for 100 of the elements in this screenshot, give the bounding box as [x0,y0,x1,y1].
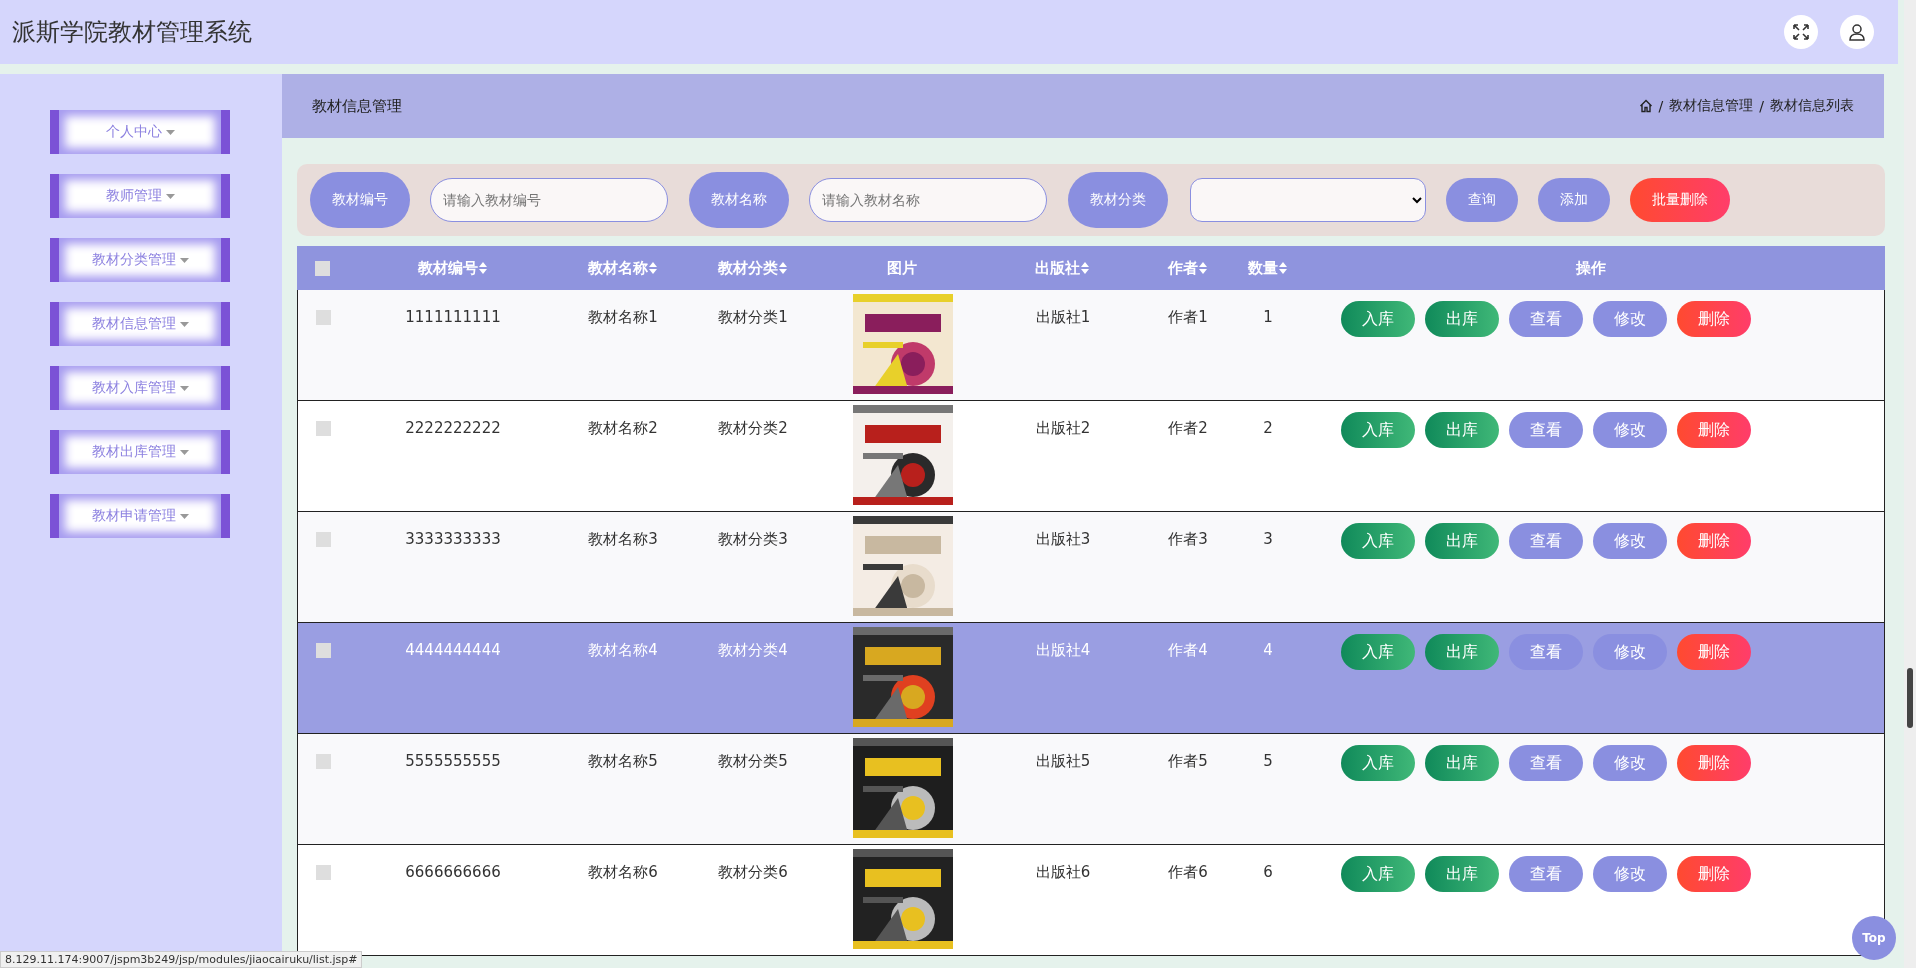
sidebar-item[interactable]: 个人中心 [50,110,230,154]
back-to-top-button[interactable]: Top [1852,916,1896,960]
field-label: 教材编号 [310,172,410,228]
row-action-button[interactable]: 删除 [1677,856,1751,892]
row-action-button[interactable]: 修改 [1593,301,1667,337]
row-action-button[interactable]: 入库 [1341,523,1415,559]
breadcrumb-link[interactable]: 教材信息管理 [1669,97,1754,115]
sort-icon[interactable] [778,262,787,274]
row-action-button[interactable]: 查看 [1509,634,1583,670]
row-action-button[interactable]: 删除 [1677,745,1751,781]
table-cell: 作者3 [1168,530,1208,549]
sidebar-item[interactable]: 教师管理 [50,174,230,218]
sidebar-item[interactable]: 教材信息管理 [50,302,230,346]
table-cell: 作者1 [1168,308,1208,327]
table-cell: 出版社4 [1035,641,1091,660]
table-cell: 出版社5 [1035,752,1091,771]
row-action-button[interactable]: 查看 [1509,301,1583,337]
row-checkbox[interactable] [315,754,331,769]
table-row[interactable]: 5555555555 教材名称5 教材分类5 出版社5 作者5 5 入库 出库 查看 修改 删除 [297,734,1885,845]
column-header[interactable]: 教材名称 [587,258,648,278]
home-icon[interactable] [1638,99,1653,113]
breadcrumb-link[interactable]: 教材信息列表 [1770,97,1854,115]
sidebar-item[interactable]: 教材分类管理 [50,238,230,282]
sidebar-item[interactable]: 教材出库管理 [50,430,230,474]
row-action-button[interactable]: 删除 [1677,634,1751,670]
table-cell: 出版社3 [1035,530,1091,549]
table-cell: 1 [1263,308,1273,326]
search-field[interactable]: 请输入教材名称 [809,178,1047,222]
row-action-button[interactable]: 入库 [1341,412,1415,448]
row-action-button[interactable]: 查看 [1509,523,1583,559]
row-action-button[interactable]: 出库 [1425,745,1499,781]
table-cell: 出版社2 [1035,419,1091,438]
user-icon[interactable] [1840,15,1874,49]
category-select[interactable] [1190,178,1426,222]
search-button[interactable]: 批量删除 [1630,178,1730,222]
field-label: 教材分类 [1068,172,1168,228]
column-header[interactable]: 作者 [1167,258,1198,278]
column-header[interactable]: 教材分类 [717,258,778,278]
table-cell: 3333333333 [405,530,501,548]
table-row[interactable]: 2222222222 教材名称2 教材分类2 出版社2 作者2 2 入库 出库 查看 修改 删除 [297,401,1885,512]
row-action-button[interactable]: 出库 [1425,634,1499,670]
row-checkbox[interactable] [315,421,331,436]
select-all-checkbox[interactable] [314,260,330,276]
table-cell: 4444444444 [405,641,501,659]
table-cell: 5555555555 [405,752,501,770]
row-action-button[interactable]: 删除 [1677,523,1751,559]
page-title: 教材信息管理 [312,96,402,116]
sort-icon[interactable] [1081,262,1089,274]
table-cell: 作者4 [1168,641,1208,660]
search-button[interactable]: 添加 [1538,178,1610,222]
row-action-button[interactable]: 查看 [1509,412,1583,448]
table-cell: 4 [1263,641,1273,659]
row-action-button[interactable]: 入库 [1341,856,1415,892]
row-action-button[interactable]: 修改 [1593,634,1667,670]
table-row[interactable]: 3333333333 教材名称3 教材分类3 出版社3 作者3 3 入库 出库 查看 修改 删除 [297,512,1885,623]
table-cell: 作者2 [1168,419,1208,438]
table-cell: 教材分类3 [718,530,788,549]
breadcrumb-separator: / [1759,98,1764,114]
sidebar-item[interactable]: 教材入库管理 [50,366,230,410]
row-action-button[interactable]: 查看 [1509,856,1583,892]
table-cell: 出版社1 [1035,308,1091,327]
row-checkbox[interactable] [315,310,331,325]
row-action-button[interactable]: 修改 [1593,856,1667,892]
row-action-button[interactable]: 修改 [1593,523,1667,559]
row-action-button[interactable]: 出库 [1425,412,1499,448]
table-cell: 6 [1263,863,1273,881]
fullscreen-icon[interactable] [1784,15,1818,49]
row-action-button[interactable]: 删除 [1677,412,1751,448]
table-cell: 作者6 [1168,863,1208,882]
row-action-button[interactable]: 入库 [1341,634,1415,670]
row-action-button[interactable]: 入库 [1341,745,1415,781]
search-field[interactable]: 请输入教材编号 [430,178,668,222]
column-header[interactable]: 出版社 [1035,258,1080,278]
row-checkbox[interactable] [315,532,331,547]
row-action-button[interactable]: 删除 [1677,301,1751,337]
table-cell: 3 [1263,530,1273,548]
row-action-button[interactable]: 出库 [1425,523,1499,559]
search-button[interactable]: 查询 [1446,178,1518,222]
row-action-button[interactable]: 修改 [1593,745,1667,781]
column-header: 图片 [887,258,917,278]
sort-icon[interactable] [478,262,487,274]
table-row[interactable]: 4444444444 教材名称4 教材分类4 出版社4 作者4 4 入库 出库 查看 修改 删除 [297,623,1885,734]
row-checkbox[interactable] [315,643,331,658]
sort-icon[interactable] [1198,262,1207,274]
column-header[interactable]: 教材编号 [417,258,478,278]
row-checkbox[interactable] [315,865,331,880]
row-action-button[interactable]: 出库 [1425,856,1499,892]
row-action-button[interactable]: 出库 [1425,301,1499,337]
sidebar-item[interactable]: 教材申请管理 [50,494,230,538]
row-action-button[interactable]: 查看 [1509,745,1583,781]
row-action-button[interactable]: 修改 [1593,412,1667,448]
table-row[interactable]: 1111111111 教材名称1 教材分类1 出版社1 作者1 1 入库 出库 查看 修改 删除 [297,290,1885,401]
sort-icon[interactable] [1278,262,1287,274]
sort-icon[interactable] [648,262,657,274]
table-cell: 教材分类2 [718,419,788,438]
table-cell: 教材名称5 [588,752,658,771]
row-action-button[interactable]: 入库 [1341,301,1415,337]
table-cell: 教材名称3 [588,530,658,549]
column-header[interactable]: 数量 [1247,258,1278,278]
scrollbar[interactable] [1904,0,1916,968]
